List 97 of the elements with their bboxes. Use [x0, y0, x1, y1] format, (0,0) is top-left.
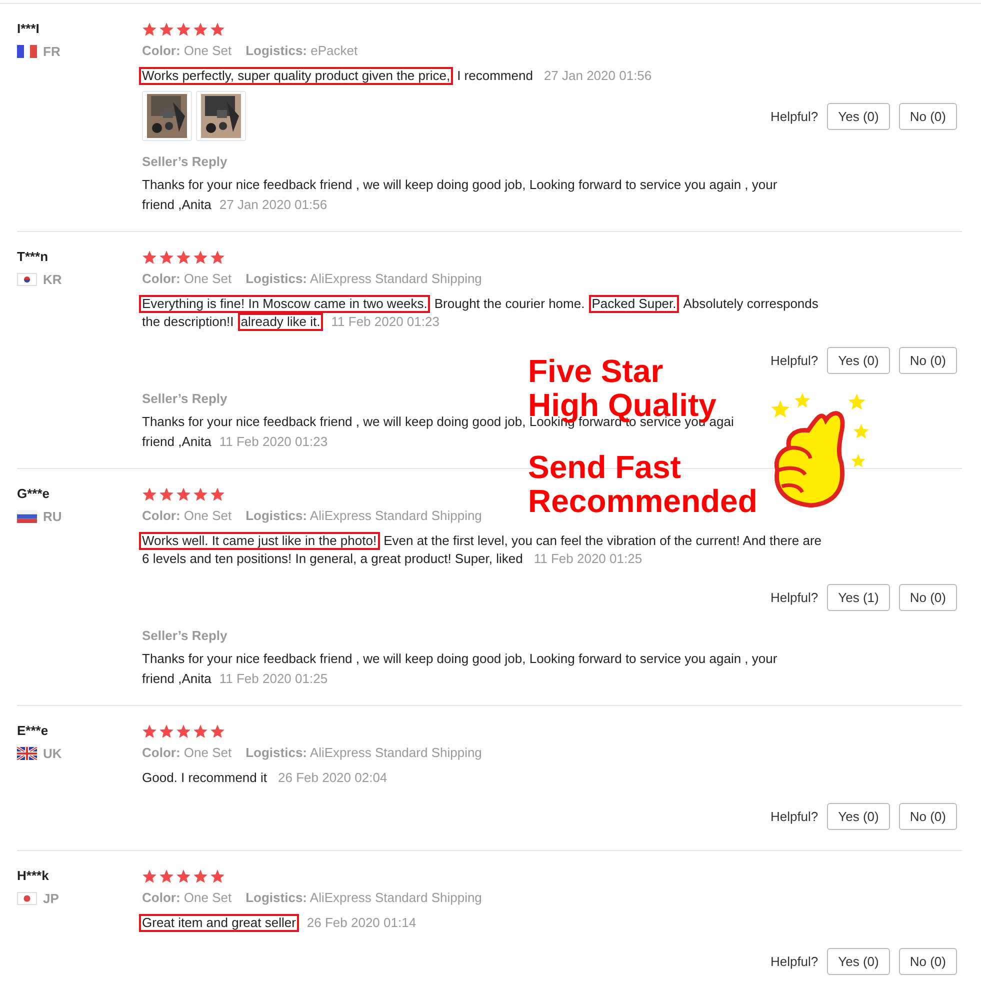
reviewer-name: E***e: [17, 723, 50, 738]
helpful-label: Helpful?: [770, 590, 818, 604]
star-icon: [193, 22, 208, 36]
highlighted-review-text: Everything is fine! In Moscow came in two weeks.: [139, 295, 430, 313]
helpful-label: Helpful?: [770, 808, 818, 824]
seller-reply-text: Thanks for your nice feedback friend , we will keep doing good job, Looking forward to service you again , your: [142, 176, 778, 194]
highlighted-review-text: Great item and great seller: [139, 914, 299, 932]
star-icon: [142, 486, 157, 502]
review-date: 11 Feb 2020 01:25: [534, 550, 642, 568]
vote-button[interactable]: No (0): [898, 346, 957, 374]
star-icon: [193, 486, 208, 502]
star-icon: [193, 250, 208, 264]
review-date: 26 Feb 2020 01:14: [306, 914, 416, 932]
color-info: Color: One Set: [142, 270, 232, 288]
seller-reply-text: friend ,Anita: [142, 670, 212, 688]
star-icon: [159, 724, 174, 738]
logistics-info: Logistics: AliExpress Standard Shipping: [246, 744, 482, 762]
flag-icon: [17, 45, 37, 58]
star-icon: [210, 724, 225, 738]
helpful-label: Helpful?: [770, 108, 818, 124]
vote-button[interactable]: Yes (0): [827, 802, 890, 830]
star-icon: [142, 22, 157, 36]
star-icon: [210, 250, 225, 264]
country-code: UK: [43, 746, 62, 761]
country-code: KR: [43, 272, 62, 287]
logistics-info: Logistics: AliExpress Standard Shipping: [246, 270, 482, 288]
country-code: RU: [43, 509, 62, 524]
star-icon: [159, 486, 174, 502]
reviewer-name: H***k: [17, 868, 50, 883]
color-info: Color: One Set: [142, 42, 232, 60]
star-icon: [210, 22, 225, 36]
logistics-info: Logistics: ePacket: [246, 42, 358, 60]
color-info: Color: One Set: [142, 889, 232, 907]
star-icon: [159, 22, 174, 36]
seller-reply-heading: Seller’s Reply: [142, 153, 228, 171]
reviewer-name: T***n: [17, 249, 50, 264]
review-text: Even at the first level, you can feel the vibration of the current! And there are: [382, 532, 822, 550]
logistics-info: Logistics: AliExpress Standard Shipping: [246, 507, 482, 525]
vote-button[interactable]: No (0): [898, 948, 957, 974]
seller-reply-heading: Seller’s Reply: [142, 390, 228, 408]
highlighted-review-text: Packed Super.: [588, 295, 680, 313]
highlighted-review-text: Works well. It came just like in the photo!: [139, 532, 380, 550]
reviewer-name: G***e: [17, 486, 51, 501]
star-icon: [176, 868, 191, 884]
star-icon: [176, 486, 191, 502]
review-text: Good. I recommend it: [141, 769, 268, 787]
country-code: FR: [43, 44, 60, 59]
promo-text: Five Star: [528, 355, 664, 387]
flag-icon: [17, 510, 37, 523]
vote-button[interactable]: No (0): [898, 584, 957, 610]
vote-button[interactable]: Yes (0): [827, 102, 890, 130]
reply-date: 27 Jan 2020 01:56: [219, 196, 328, 214]
vote-button[interactable]: Yes (1): [827, 584, 890, 610]
promo-text: Recommended: [528, 485, 758, 517]
color-info: Color: One Set: [142, 744, 232, 762]
vote-button[interactable]: Yes (0): [827, 948, 890, 974]
star-icon: [176, 724, 191, 738]
vote-button[interactable]: No (0): [898, 102, 957, 130]
review-text: Absolutely corresponds: [682, 295, 820, 313]
vote-button[interactable]: Yes (0): [827, 346, 890, 374]
star-icon: [142, 724, 157, 738]
review-text: 6 levels and ten positions! In general, a great product! Super, liked: [141, 550, 524, 568]
review-text: the description!I: [141, 313, 235, 331]
star-icon: [193, 724, 208, 738]
helpful-label: Helpful?: [770, 954, 818, 968]
country-code: JP: [43, 891, 59, 906]
color-info: Color: One Set: [142, 507, 232, 525]
star-icon: [193, 868, 208, 884]
vote-button[interactable]: No (0): [898, 802, 957, 830]
flag-icon: [17, 747, 37, 760]
reply-date: 11 Feb 2020 01:25: [219, 670, 328, 688]
star-icon: [142, 250, 157, 264]
reply-date: 11 Feb 2020 01:23: [219, 433, 328, 451]
flag-icon: [17, 273, 37, 286]
highlighted-review-text: Works perfectly, super quality product given the price,: [139, 67, 454, 85]
review-date: 27 Jan 2020 01:56: [544, 67, 652, 85]
review-date: 26 Feb 2020 02:04: [278, 769, 388, 787]
reviewer-name: I***I: [17, 21, 40, 36]
seller-reply-text: friend ,Anita: [142, 196, 212, 214]
star-icon: [210, 486, 225, 502]
star-icon: [176, 250, 191, 264]
seller-reply-text: friend ,Anita: [142, 433, 212, 451]
seller-reply-heading: Seller’s Reply: [142, 627, 228, 645]
star-icon: [210, 868, 225, 884]
logistics-info: Logistics: AliExpress Standard Shipping: [246, 889, 482, 907]
promo-text: Send Fast: [528, 451, 682, 483]
star-icon: [142, 868, 157, 884]
highlighted-review-text: already like it.: [238, 313, 324, 331]
helpful-label: Helpful?: [770, 352, 818, 368]
star-icon: [159, 868, 174, 884]
review-date: 11 Feb 2020 01:23: [331, 313, 440, 331]
review-text: Brought the courier home.: [433, 295, 586, 313]
star-icon: [159, 250, 174, 264]
star-icon: [176, 22, 191, 36]
seller-reply-text: Thanks for your nice feedback friend , we will keep doing good job, Looking forward to service you again , your: [142, 650, 778, 668]
flag-icon: [17, 892, 37, 905]
review-text: I recommend: [456, 67, 534, 85]
